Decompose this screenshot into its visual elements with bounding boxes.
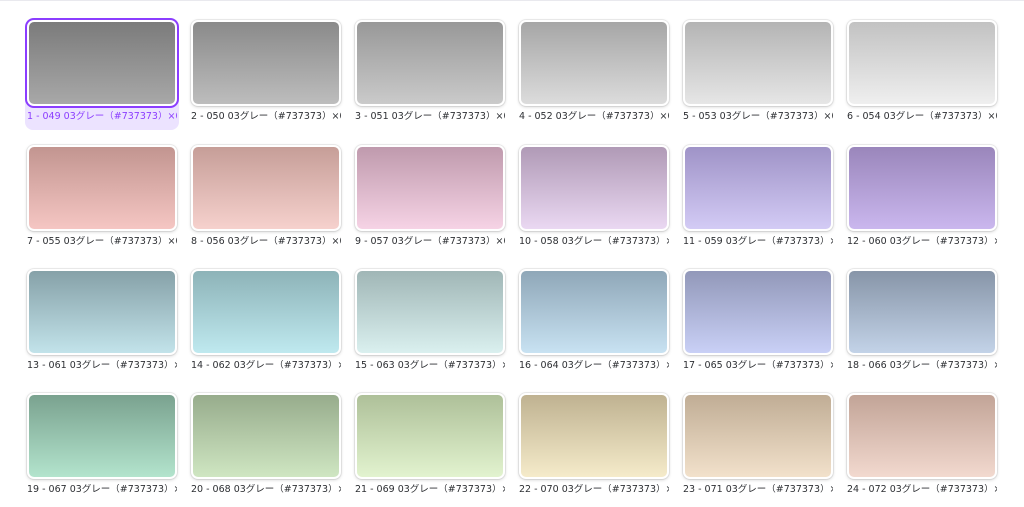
tile-caption: 20 - 068 03グレー（#737373）×... (191, 484, 341, 495)
gradient-tile[interactable]: 6 - 054 03グレー（#737373）×0... (845, 18, 999, 130)
thumbnail-frame[interactable] (683, 269, 833, 355)
tile-caption: 22 - 070 03グレー（#737373）×... (519, 484, 669, 495)
tile-caption: 6 - 054 03グレー（#737373）×0... (847, 111, 997, 122)
gradient-tile[interactable]: 17 - 065 03グレー（#737373）×1... (681, 267, 835, 379)
thumbnail-frame[interactable] (355, 269, 505, 355)
gradient-thumbnail-grid: 1 - 049 03グレー（#737373）×0... 2 - 050 03グレー… (0, 1, 1024, 507)
gradient-thumbnail[interactable] (849, 395, 995, 477)
thumbnail-frame[interactable] (27, 269, 177, 355)
gradient-thumbnail[interactable] (521, 147, 667, 229)
gradient-thumbnail[interactable] (193, 395, 339, 477)
thumbnail-frame[interactable] (847, 269, 997, 355)
thumbnail-frame[interactable] (847, 145, 997, 231)
gradient-thumbnail[interactable] (521, 271, 667, 353)
gradient-tile[interactable]: 20 - 068 03グレー（#737373）×... (189, 391, 343, 503)
gradient-thumbnail[interactable] (685, 147, 831, 229)
tile-caption: 18 - 066 03グレー（#737373）×... (847, 360, 997, 371)
thumbnail-frame[interactable] (27, 145, 177, 231)
thumbnail-frame[interactable] (27, 20, 177, 106)
gradient-thumbnail[interactable] (685, 22, 831, 104)
gradient-thumbnail[interactable] (29, 22, 175, 104)
tile-caption: 7 - 055 03グレー（#737373）×0... (27, 236, 177, 247)
gradient-tile[interactable]: 16 - 064 03グレー（#737373）×... (517, 267, 671, 379)
gradient-thumbnail[interactable] (357, 22, 503, 104)
gradient-thumbnail[interactable] (849, 147, 995, 229)
thumbnail-frame[interactable] (191, 393, 341, 479)
gradient-thumbnail[interactable] (849, 271, 995, 353)
design-grid-page: 1 - 049 03グレー（#737373）×0... 2 - 050 03グレー… (0, 0, 1024, 507)
thumbnail-frame[interactable] (519, 269, 669, 355)
tile-caption: 4 - 052 03グレー（#737373）×0... (519, 111, 669, 122)
gradient-tile[interactable]: 22 - 070 03グレー（#737373）×... (517, 391, 671, 503)
gradient-tile[interactable]: 12 - 060 03グレー（#737373）×... (845, 143, 999, 255)
gradient-tile[interactable]: 9 - 057 03グレー（#737373）×0... (353, 143, 507, 255)
gradient-tile[interactable]: 13 - 061 03グレー（#737373）×... (25, 267, 179, 379)
tile-caption: 8 - 056 03グレー（#737373）×0... (191, 236, 341, 247)
gradient-thumbnail[interactable] (29, 271, 175, 353)
gradient-thumbnail[interactable] (685, 271, 831, 353)
tile-caption: 12 - 060 03グレー（#737373）×... (847, 236, 997, 247)
gradient-thumbnail[interactable] (193, 147, 339, 229)
gradient-tile[interactable]: 18 - 066 03グレー（#737373）×... (845, 267, 999, 379)
thumbnail-frame[interactable] (355, 20, 505, 106)
thumbnail-frame[interactable] (355, 393, 505, 479)
thumbnail-frame[interactable] (519, 145, 669, 231)
gradient-thumbnail[interactable] (357, 147, 503, 229)
gradient-thumbnail[interactable] (685, 395, 831, 477)
gradient-tile[interactable]: 5 - 053 03グレー（#737373）×0... (681, 18, 835, 130)
gradient-thumbnail[interactable] (193, 22, 339, 104)
tile-caption: 15 - 063 03グレー（#737373）×... (355, 360, 505, 371)
gradient-tile[interactable]: 7 - 055 03グレー（#737373）×0... (25, 143, 179, 255)
gradient-thumbnail[interactable] (193, 271, 339, 353)
gradient-thumbnail[interactable] (521, 395, 667, 477)
gradient-tile[interactable]: 4 - 052 03グレー（#737373）×0... (517, 18, 671, 130)
tile-caption: 21 - 069 03グレー（#737373）×... (355, 484, 505, 495)
thumbnail-frame[interactable] (847, 393, 997, 479)
tile-caption: 3 - 051 03グレー（#737373）×0... (355, 111, 505, 122)
thumbnail-frame[interactable] (519, 393, 669, 479)
tile-caption: 19 - 067 03グレー（#737373）×1... (27, 484, 177, 495)
gradient-thumbnail[interactable] (521, 22, 667, 104)
thumbnail-frame[interactable] (683, 393, 833, 479)
gradient-tile[interactable]: 15 - 063 03グレー（#737373）×... (353, 267, 507, 379)
gradient-tile[interactable]: 24 - 072 03グレー（#737373）×2... (845, 391, 999, 503)
tile-caption: 17 - 065 03グレー（#737373）×1... (683, 360, 833, 371)
gradient-tile[interactable]: 10 - 058 03グレー（#737373）×... (517, 143, 671, 255)
thumbnail-frame[interactable] (683, 145, 833, 231)
thumbnail-frame[interactable] (847, 20, 997, 106)
tile-caption: 13 - 061 03グレー（#737373）×... (27, 360, 177, 371)
gradient-tile[interactable]: 1 - 049 03グレー（#737373）×0... (25, 18, 179, 130)
tile-caption: 2 - 050 03グレー（#737373）×0... (191, 111, 341, 122)
gradient-thumbnail[interactable] (849, 22, 995, 104)
tile-caption: 10 - 058 03グレー（#737373）×... (519, 236, 669, 247)
tile-caption: 5 - 053 03グレー（#737373）×0... (683, 111, 833, 122)
tile-caption: 24 - 072 03グレー（#737373）×2... (847, 484, 997, 495)
thumbnail-frame[interactable] (683, 20, 833, 106)
gradient-tile[interactable]: 21 - 069 03グレー（#737373）×... (353, 391, 507, 503)
thumbnail-frame[interactable] (191, 269, 341, 355)
tile-caption: 16 - 064 03グレー（#737373）×... (519, 360, 669, 371)
gradient-tile[interactable]: 3 - 051 03グレー（#737373）×0... (353, 18, 507, 130)
gradient-thumbnail[interactable] (29, 147, 175, 229)
gradient-tile[interactable]: 11 - 059 03グレー（#737373）×... (681, 143, 835, 255)
gradient-tile[interactable]: 8 - 056 03グレー（#737373）×0... (189, 143, 343, 255)
tile-caption: 1 - 049 03グレー（#737373）×0... (27, 111, 177, 122)
tile-caption: 14 - 062 03グレー（#737373）×... (191, 360, 341, 371)
gradient-tile[interactable]: 19 - 067 03グレー（#737373）×1... (25, 391, 179, 503)
thumbnail-frame[interactable] (191, 20, 341, 106)
tile-caption: 23 - 071 03グレー（#737373）×2... (683, 484, 833, 495)
gradient-thumbnail[interactable] (357, 271, 503, 353)
thumbnail-frame[interactable] (191, 145, 341, 231)
thumbnail-frame[interactable] (355, 145, 505, 231)
gradient-thumbnail[interactable] (29, 395, 175, 477)
gradient-tile[interactable]: 23 - 071 03グレー（#737373）×2... (681, 391, 835, 503)
gradient-tile[interactable]: 2 - 050 03グレー（#737373）×0... (189, 18, 343, 130)
tile-caption: 11 - 059 03グレー（#737373）×... (683, 236, 833, 247)
gradient-tile[interactable]: 14 - 062 03グレー（#737373）×... (189, 267, 343, 379)
gradient-thumbnail[interactable] (357, 395, 503, 477)
thumbnail-frame[interactable] (27, 393, 177, 479)
thumbnail-frame[interactable] (519, 20, 669, 106)
tile-caption: 9 - 057 03グレー（#737373）×0... (355, 236, 505, 247)
